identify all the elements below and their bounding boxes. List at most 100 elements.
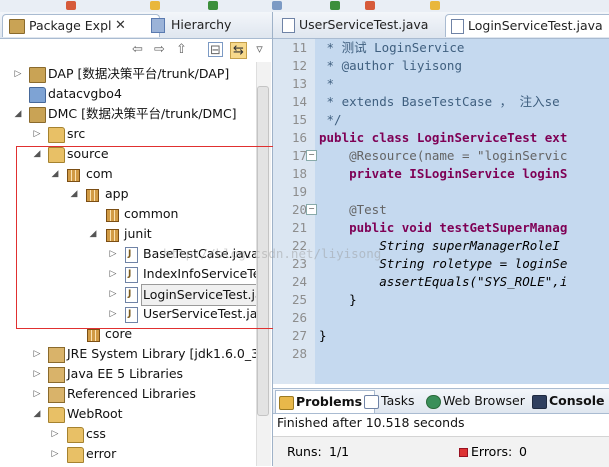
fold-icon[interactable]: − bbox=[306, 204, 317, 215]
fold-icon[interactable]: − bbox=[306, 150, 317, 161]
tab-label: Hierarchy bbox=[171, 17, 232, 32]
junit-status: Finished after 10.518 seconds bbox=[277, 415, 465, 430]
tree-item-label: Referenced Libraries bbox=[67, 386, 196, 401]
editor-area: UserServiceTest.java LoginServiceTest.ja… bbox=[163, 12, 609, 467]
tree-item-webroot[interactable]: ◢ WebRoot bbox=[0, 404, 255, 424]
console-icon bbox=[532, 395, 547, 409]
java-file-icon bbox=[282, 18, 295, 33]
library-icon bbox=[48, 387, 65, 403]
tab-web-browser[interactable]: Web Browser bbox=[423, 390, 543, 412]
tree-item-label: error bbox=[86, 446, 117, 461]
folder-icon bbox=[67, 427, 84, 443]
line-number: 27 bbox=[291, 328, 307, 343]
view-tab-bar: Package Expl ✕ Hierarchy bbox=[0, 12, 272, 39]
tab-label: Web Browser bbox=[443, 393, 525, 408]
tree-item-jre-library[interactable]: ▷ JRE System Library [jdk1.6.0_32] bbox=[0, 344, 272, 364]
package-icon bbox=[87, 329, 100, 342]
forward-icon[interactable]: ⇨ bbox=[152, 42, 167, 57]
tab-userservicetest[interactable]: UserServiceTest.java bbox=[277, 14, 459, 36]
tab-console[interactable]: Console bbox=[529, 390, 609, 412]
expand-icon[interactable]: ▷ bbox=[50, 424, 60, 444]
code-line: private ISLoginService loginS bbox=[319, 166, 568, 181]
tree-item-dap[interactable]: ▷ DAP [数据决策平台/trunk/DAP] bbox=[0, 64, 255, 84]
tab-package-explorer[interactable]: Package Expl ✕ bbox=[2, 14, 160, 37]
bottom-view-tab-bar: Problems Tasks Web Browser Console bbox=[273, 388, 609, 414]
run-icon[interactable] bbox=[208, 1, 218, 10]
line-number: 13 bbox=[291, 76, 307, 91]
expand-icon[interactable]: ▷ bbox=[13, 64, 23, 84]
collapse-icon[interactable]: ◢ bbox=[32, 404, 42, 424]
line-number: 25 bbox=[291, 292, 307, 307]
tree-item-label: DAP [数据决策平台/trunk/DAP] bbox=[48, 66, 230, 81]
code-line: assertEquals("SYS_ROLE",i bbox=[319, 274, 568, 289]
folder-icon bbox=[29, 87, 46, 103]
code-line: } bbox=[319, 292, 357, 307]
code-line: public class LoginServiceTest ext bbox=[319, 130, 568, 145]
project-icon bbox=[29, 67, 46, 83]
toolbar-icon[interactable] bbox=[430, 1, 440, 10]
code-line: @Test bbox=[319, 202, 387, 217]
package-explorer-icon bbox=[9, 19, 25, 34]
line-number: 26 bbox=[291, 310, 307, 325]
toolbar-icon[interactable] bbox=[150, 1, 160, 10]
line-number: 19 bbox=[291, 184, 307, 199]
toolbar-icon[interactable] bbox=[66, 1, 76, 10]
code-line: } bbox=[319, 328, 327, 343]
line-number: 12 bbox=[291, 58, 307, 73]
folder-icon bbox=[48, 407, 65, 423]
explorer-toolbar: ⇦ ⇨ ⇧ ⊟ ⇆ ▿ bbox=[0, 39, 272, 61]
link-with-editor-icon[interactable]: ⇆ bbox=[230, 42, 247, 59]
code-editor[interactable]: 11 12 13 14 15 16 17 18 19 20 21 22 23 2… bbox=[273, 39, 609, 384]
tree-item-label: WebRoot bbox=[67, 406, 123, 421]
tab-loginservicetest[interactable]: LoginServiceTest.java bbox=[445, 14, 609, 37]
junit-counters: Runs: 1/1 Errors: 0 bbox=[273, 436, 609, 467]
expand-icon[interactable]: ▷ bbox=[32, 124, 42, 144]
collapse-icon[interactable]: ◢ bbox=[13, 104, 23, 124]
runs-value: 1/1 bbox=[329, 444, 350, 459]
close-icon[interactable]: ✕ bbox=[115, 15, 126, 37]
line-number: 21 bbox=[291, 220, 307, 235]
tree-item-src[interactable]: ▷ src bbox=[0, 124, 255, 144]
run-icon[interactable] bbox=[330, 1, 340, 10]
tab-label: Console bbox=[549, 393, 605, 408]
line-number: 16 bbox=[291, 130, 307, 145]
hierarchy-icon bbox=[151, 18, 165, 33]
tree-item-error[interactable]: ▷ error bbox=[0, 444, 255, 464]
tree-item-label: Java EE 5 Libraries bbox=[67, 366, 184, 381]
tab-hierarchy[interactable]: Hierarchy bbox=[145, 14, 283, 36]
tab-problems[interactable]: Problems bbox=[275, 390, 375, 413]
highlight-annotation-box bbox=[16, 146, 288, 329]
tree-item-label: DMC [数据决策平台/trunk/DMC] bbox=[48, 106, 237, 121]
tree-item-referenced-libraries[interactable]: ▷ Referenced Libraries bbox=[0, 384, 255, 404]
tree-item-label: css bbox=[86, 426, 106, 441]
back-icon[interactable]: ⇦ bbox=[130, 42, 145, 57]
toolbar-icon[interactable] bbox=[365, 1, 375, 10]
source-folder-icon bbox=[48, 127, 65, 143]
tab-label: Package Expl bbox=[29, 18, 112, 33]
line-number: 28 bbox=[291, 346, 307, 361]
collapse-all-icon[interactable]: ⊟ bbox=[208, 42, 223, 58]
error-icon bbox=[459, 448, 468, 457]
view-menu-icon[interactable]: ▿ bbox=[252, 42, 267, 57]
line-number: 17 bbox=[291, 148, 307, 163]
toolbar-icon[interactable] bbox=[272, 1, 282, 10]
tree-item-datacvgbo4[interactable]: datacvgbo4 bbox=[0, 84, 255, 104]
expand-icon[interactable]: ▷ bbox=[32, 384, 42, 404]
code-line: */ bbox=[319, 112, 342, 127]
tree-item-dmc[interactable]: ◢ DMC [数据决策平台/trunk/DMC] bbox=[0, 104, 255, 124]
tree-item-css[interactable]: ▷ css bbox=[0, 424, 255, 444]
expand-icon[interactable]: ▷ bbox=[32, 364, 42, 384]
expand-icon[interactable]: ▷ bbox=[32, 344, 42, 364]
tree-item-label: JRE System Library [jdk1.6.0_32] bbox=[67, 346, 272, 361]
tab-label: Tasks bbox=[381, 393, 415, 408]
tree-item-label: datacvgbo4 bbox=[48, 86, 122, 101]
library-icon bbox=[48, 347, 65, 363]
problems-icon bbox=[279, 396, 294, 410]
tree-item-javaee-library[interactable]: ▷ Java EE 5 Libraries bbox=[0, 364, 255, 384]
expand-icon[interactable]: ▷ bbox=[50, 444, 60, 464]
code-line: * extends BaseTestCase ， 注入se bbox=[319, 94, 560, 109]
tab-label: LoginServiceTest.java bbox=[468, 18, 603, 33]
line-number: 11 bbox=[291, 40, 307, 55]
line-number: 18 bbox=[291, 166, 307, 181]
up-icon[interactable]: ⇧ bbox=[174, 42, 189, 57]
